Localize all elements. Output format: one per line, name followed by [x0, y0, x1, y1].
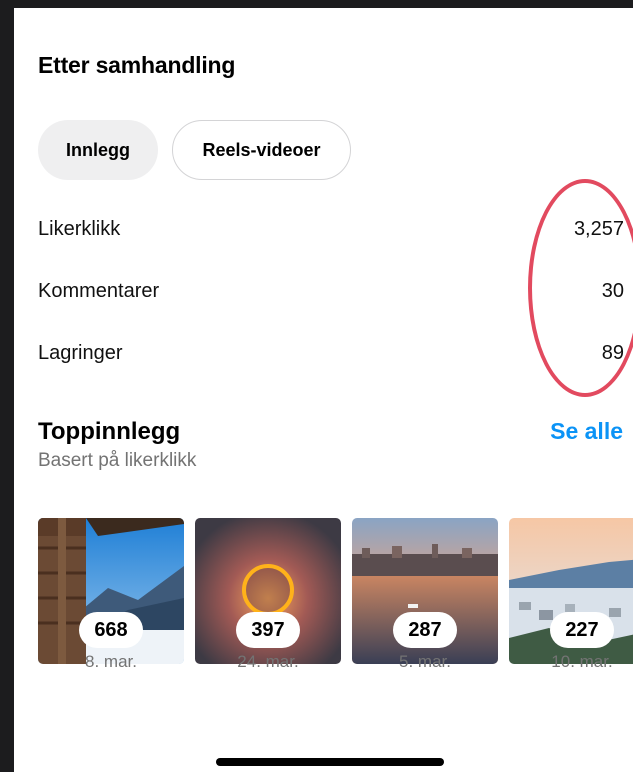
post-date: 8. mar.	[85, 652, 137, 671]
likes-count-badge: 668	[79, 612, 143, 648]
tab-posts-label: Innlegg	[66, 139, 130, 160]
top-post-thumbnail[interactable]: 287	[352, 518, 498, 664]
top-posts-title: Toppinnlegg	[38, 418, 181, 445]
see-all-link[interactable]: Se alle	[550, 418, 623, 445]
metric-comments-value: 30	[601, 280, 624, 302]
home-indicator[interactable]	[216, 758, 444, 766]
likes-count-badge: 397	[236, 612, 300, 648]
metric-likes-value: 3,257	[573, 218, 624, 240]
top-post-thumbnail[interactable]: 397	[195, 518, 341, 664]
likes-count-badge: 227	[550, 612, 614, 648]
post-date: 24. mar.	[237, 652, 299, 671]
post-date: 10. mar.	[551, 652, 613, 671]
metric-saves-label: Lagringer	[38, 342, 123, 364]
metric-comments-label: Kommentarer	[38, 280, 160, 302]
likes-count-badge: 287	[393, 612, 457, 648]
section-title: Etter samhandling	[38, 52, 236, 78]
metric-likes-label: Likerklikk	[38, 218, 121, 240]
top-post-thumbnail[interactable]: 227	[509, 518, 633, 664]
metric-saves-value: 89	[601, 342, 624, 364]
tab-reels[interactable]: Reels-videoer	[172, 120, 351, 180]
top-posts-subtitle: Basert på likerklikk	[38, 450, 197, 471]
tab-reels-label: Reels-videoer	[202, 139, 321, 160]
insights-panel: Etter samhandling Innlegg Reels-videoer …	[14, 8, 633, 772]
top-post-thumbnail[interactable]: 668	[38, 518, 184, 664]
post-date: 5. mar.	[399, 652, 451, 671]
tab-posts[interactable]: Innlegg	[38, 120, 158, 180]
